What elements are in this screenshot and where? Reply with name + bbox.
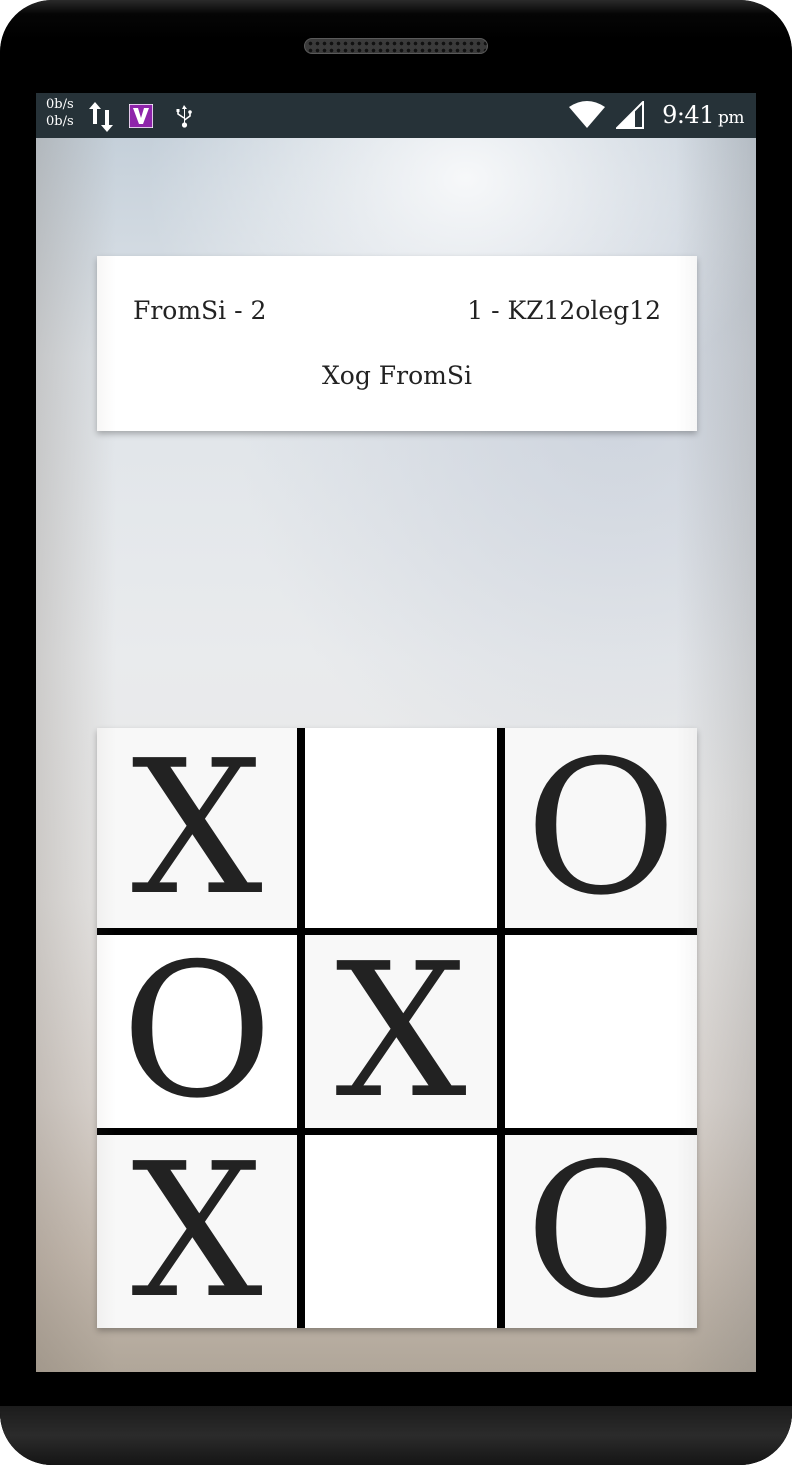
network-speed-down: 0b/s [46, 114, 74, 129]
score-card: FromSi - 2 1 - KZ12oleg12 Xog FromSi [97, 256, 697, 431]
device-screen: 0b/s 0b/s 9:41 pm FromSi - 2 1 - KZ12ole… [36, 93, 756, 1372]
turn-indicator: Xog FromSi [322, 361, 472, 390]
status-clock: 9:41 pm [662, 101, 744, 129]
status-bar: 0b/s 0b/s 9:41 pm [36, 93, 756, 138]
board-cell-1-2[interactable] [305, 728, 497, 928]
usb-icon [176, 105, 192, 128]
app-v-icon [129, 104, 153, 128]
board-cell-2-3[interactable] [505, 935, 697, 1128]
player-two-score: 1 - KZ12oleg12 [467, 296, 661, 325]
board-cell-1-3[interactable]: O [505, 728, 697, 928]
board-cell-3-1[interactable]: X [97, 1135, 297, 1328]
phone-top-bezel [0, 0, 792, 92]
network-speed-up: 0b/s [46, 97, 74, 112]
wifi-icon [569, 101, 605, 128]
board-cell-2-2[interactable]: X [305, 935, 497, 1128]
board-cell-3-2[interactable] [305, 1135, 497, 1328]
phone-frame: 0b/s 0b/s 9:41 pm FromSi - 2 1 - KZ12ole… [0, 0, 792, 1465]
wallpaper-background: FromSi - 2 1 - KZ12oleg12 Xog FromSi X O… [36, 138, 756, 1372]
player-one-score: FromSi - 2 [133, 296, 267, 325]
data-transfer-arrows-icon [89, 102, 113, 132]
phone-chin [0, 1406, 792, 1465]
cell-signal-icon [616, 101, 644, 129]
clock-ampm: pm [717, 108, 745, 128]
board-cell-3-3[interactable]: O [505, 1135, 697, 1328]
board-cell-1-1[interactable]: X [97, 728, 297, 928]
tic-tac-toe-board: X O O X X O [97, 728, 697, 1328]
clock-time: 9:41 [662, 101, 714, 129]
earpiece-speaker [304, 38, 488, 54]
network-speed-indicator: 0b/s 0b/s [46, 96, 74, 130]
board-cell-2-1[interactable]: O [97, 935, 297, 1128]
